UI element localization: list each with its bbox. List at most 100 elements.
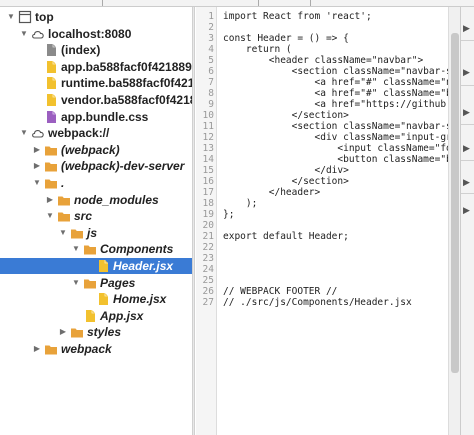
tree-item-label: runtime.ba588facf0f4218894f6.j (61, 76, 192, 91)
tree-file-item[interactable]: (index) (0, 42, 192, 58)
tree-frame-item[interactable]: ▼ top (0, 9, 192, 25)
code-line: export default Header; (223, 231, 349, 242)
tree-folder-item[interactable]: ▼ js (0, 225, 192, 241)
triangle-down-icon[interactable]: ▼ (58, 225, 68, 241)
line-number[interactable]: 17 (196, 187, 214, 198)
expand-arrow-icon[interactable]: ▶ (463, 107, 470, 117)
line-number[interactable]: 10 (196, 110, 214, 121)
line-number[interactable]: 8 (196, 88, 214, 99)
line-number[interactable]: 24 (196, 264, 214, 275)
line-number[interactable]: 5 (196, 55, 214, 66)
line-number[interactable]: 15 (196, 165, 214, 176)
line-number[interactable]: 18 (196, 198, 214, 209)
code-line: </section> (223, 176, 349, 187)
triangle-right-icon[interactable]: ▶ (58, 324, 68, 340)
tree-domain-item[interactable]: ▼ localhost:8080 (0, 26, 192, 42)
tree-folder-item[interactable]: ▼ Components (0, 241, 192, 257)
tree-folder-item[interactable]: ▶ styles (0, 324, 192, 340)
code-editor[interactable]: 1 2 3 4 5 6 7 8 9 10 11 12 13 14 15 16 17 18 19 20 21 22 23 24 2… (196, 7, 448, 435)
line-number[interactable]: 19 (196, 209, 214, 220)
triangle-down-icon[interactable]: ▼ (19, 125, 29, 141)
triangle-down-icon[interactable]: ▼ (19, 26, 29, 42)
line-number[interactable]: 14 (196, 154, 214, 165)
line-number[interactable]: 7 (196, 77, 214, 88)
tree-item-label: app.ba588facf0f4218894f6.js (61, 59, 192, 74)
line-number[interactable]: 13 (196, 143, 214, 154)
tree-folder-item[interactable]: ▼ src (0, 208, 192, 224)
triangle-right-icon[interactable]: ▶ (32, 158, 42, 174)
code-line: </section> (223, 110, 349, 121)
triangle-right-icon[interactable]: ▶ (45, 192, 55, 208)
code-line: }; (223, 209, 235, 220)
triangle-down-icon[interactable]: ▼ (71, 275, 81, 291)
tree-folder-item[interactable]: ▼. (0, 175, 192, 191)
scrollbar-thumb[interactable] (451, 33, 459, 373)
tree-folder-item[interactable]: ▼ Pages (0, 275, 192, 291)
triangle-right-icon[interactable]: ▶ (32, 341, 42, 357)
triangle-down-icon[interactable]: ▼ (45, 208, 55, 224)
code-line: <button className="bt (223, 154, 448, 165)
tree-item-label: Header.jsx (113, 259, 174, 273)
expand-arrow-icon[interactable]: ▶ (463, 143, 470, 153)
editor-scrollbar[interactable] (448, 7, 460, 435)
tab-separator (102, 0, 103, 6)
triangle-down-icon[interactable]: ▼ (32, 175, 42, 191)
tree-item-label: app.bundle.css (61, 109, 149, 124)
tree-item-label: Components (100, 242, 174, 257)
expand-arrow-icon[interactable]: ▶ (463, 23, 470, 33)
line-number[interactable]: 9 (196, 99, 214, 110)
line-number[interactable]: 6 (196, 66, 214, 77)
line-number[interactable]: 25 (196, 275, 214, 286)
code-line: <section className="navbar-se (223, 121, 448, 132)
line-number[interactable]: 27 (196, 297, 214, 308)
line-number[interactable]: 21 (196, 231, 214, 242)
triangle-down-icon[interactable]: ▼ (6, 9, 16, 25)
divider (461, 40, 474, 41)
line-number[interactable]: 11 (196, 121, 214, 132)
triangle-down-icon[interactable]: ▼ (71, 241, 81, 257)
tree-file-item[interactable]: Header.jsx (0, 258, 192, 274)
tree-folder-item[interactable]: ▶ (webpack) (0, 142, 192, 158)
code-line: <input className="for (223, 143, 448, 154)
tree-file-item[interactable]: Home.jsx (0, 291, 192, 307)
line-number[interactable]: 4 (196, 44, 214, 55)
pane-splitter[interactable] (192, 7, 195, 435)
triangle-right-icon[interactable]: ▶ (32, 142, 42, 158)
tree-item-label: node_modules (74, 192, 159, 207)
file-tree[interactable]: ▼ top ▼ localhost:8080 (index) app.ba588facf0… (0, 7, 192, 435)
line-number[interactable]: 16 (196, 176, 214, 187)
tree-item-label: webpack (61, 342, 112, 356)
line-number[interactable]: 22 (196, 242, 214, 253)
expand-arrow-icon[interactable]: ▶ (463, 67, 470, 77)
folder-icon (44, 342, 58, 360)
line-number[interactable]: 1 (196, 11, 214, 22)
tree-file-item[interactable]: vendor.ba588facf0f4218894f6.j (0, 92, 192, 108)
code-line: <header className="navbar"> (223, 55, 424, 66)
line-number[interactable]: 3 (196, 33, 214, 44)
code-line: // WEBPACK FOOTER // (223, 286, 338, 297)
tree-file-item[interactable]: App.jsx (0, 308, 192, 324)
tree-item-label: Pages (100, 275, 136, 290)
divider (461, 160, 474, 161)
line-number[interactable]: 20 (196, 220, 214, 231)
tree-item-label: top (35, 10, 54, 24)
tree-folder-item[interactable]: ▶ node_modules (0, 192, 192, 208)
code-line: <section className="navbar-se (223, 66, 448, 77)
expand-arrow-icon[interactable]: ▶ (463, 205, 470, 215)
tree-folder-item[interactable]: ▶ (webpack)-dev-server (0, 158, 192, 174)
line-number[interactable]: 26 (196, 286, 214, 297)
tab-strip (0, 0, 474, 7)
tree-folder-item[interactable]: ▶ webpack (0, 341, 192, 357)
line-number[interactable]: 2 (196, 22, 214, 33)
tree-item-label: src (74, 209, 93, 224)
tree-item-label: Home.jsx (113, 292, 167, 307)
tree-file-item[interactable]: runtime.ba588facf0f4218894f6.j (0, 75, 192, 91)
line-number-gutter: 1 2 3 4 5 6 7 8 9 10 11 12 13 14 15 16 17 18 19 20 21 22 23 24 2… (196, 7, 217, 435)
line-number[interactable]: 23 (196, 253, 214, 264)
expand-arrow-icon[interactable]: ▶ (463, 177, 470, 187)
tree-item-label: (index) (61, 43, 101, 58)
tree-domain-item[interactable]: ▼ webpack:// (0, 125, 192, 141)
line-number[interactable]: 12 (196, 132, 214, 143)
tree-file-item[interactable]: app.bundle.css (0, 109, 192, 125)
tree-file-item[interactable]: app.ba588facf0f4218894f6.js (0, 59, 192, 75)
